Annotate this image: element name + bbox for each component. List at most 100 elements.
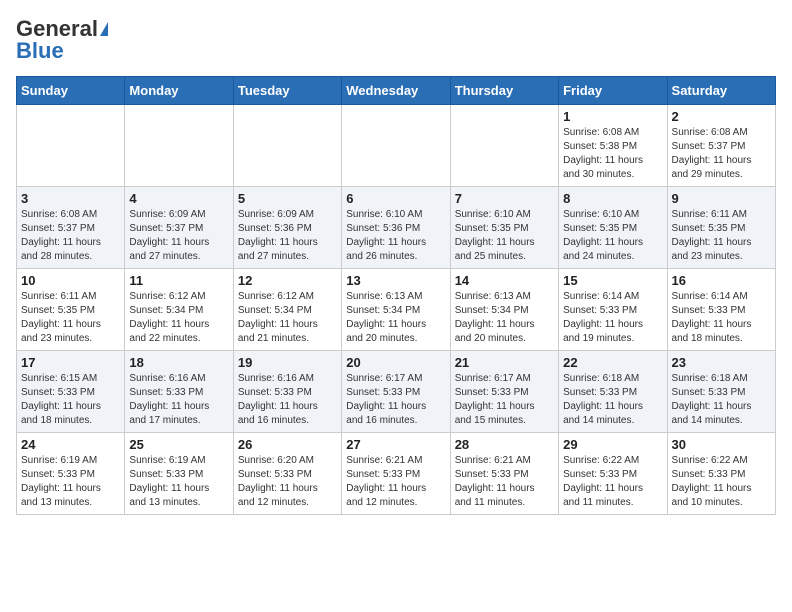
day-cell: 27 Sunrise: 6:21 AM Sunset: 5:33 PM Dayli… <box>342 433 450 515</box>
header-sunday: Sunday <box>17 77 125 105</box>
day-cell: 2 Sunrise: 6:08 AM Sunset: 5:37 PM Daylig… <box>667 105 775 187</box>
day-info: Sunrise: 6:17 AM Sunset: 5:33 PM Dayligh… <box>455 372 554 428</box>
day-cell: 15 Sunrise: 6:14 AM Sunset: 5:33 PM Dayli… <box>559 269 667 351</box>
page-header: General Blue <box>16 16 776 64</box>
day-number: 12 <box>238 273 337 288</box>
day-cell: 14 Sunrise: 6:13 AM Sunset: 5:34 PM Dayli… <box>450 269 558 351</box>
day-number: 4 <box>129 191 228 206</box>
day-info: Sunrise: 6:08 AM Sunset: 5:37 PM Dayligh… <box>21 208 120 264</box>
day-cell: 16Sunrise: 6:14 AM Sunset: 5:33 PM Dayli… <box>667 269 775 351</box>
day-cell: 10 Sunrise: 6:11 AM Sunset: 5:35 PM Dayli… <box>17 269 125 351</box>
day-info: Sunrise: 6:13 AM Sunset: 5:34 PM Dayligh… <box>346 290 445 346</box>
day-info: Sunrise: 6:22 AM Sunset: 5:33 PM Dayligh… <box>563 454 662 510</box>
day-info: Sunrise: 6:08 AM Sunset: 5:38 PM Dayligh… <box>563 126 662 182</box>
day-number: 2 <box>672 109 771 124</box>
day-number: 24 <box>21 437 120 452</box>
day-number: 25 <box>129 437 228 452</box>
day-info: Sunrise: 6:17 AM Sunset: 5:33 PM Dayligh… <box>346 372 445 428</box>
day-cell <box>450 105 558 187</box>
day-cell: 22 Sunrise: 6:18 AM Sunset: 5:33 PM Dayli… <box>559 351 667 433</box>
day-cell: 25 Sunrise: 6:19 AM Sunset: 5:33 PM Dayli… <box>125 433 233 515</box>
day-info: Sunrise: 6:20 AM Sunset: 5:33 PM Dayligh… <box>238 454 337 510</box>
day-cell: 6 Sunrise: 6:10 AM Sunset: 5:36 PM Daylig… <box>342 187 450 269</box>
week-row-4: 17Sunrise: 6:15 AM Sunset: 5:33 PM Dayli… <box>17 351 776 433</box>
day-cell: 28 Sunrise: 6:21 AM Sunset: 5:33 PM Dayli… <box>450 433 558 515</box>
calendar-table: SundayMondayTuesdayWednesdayThursdayFrid… <box>16 76 776 515</box>
header-tuesday: Tuesday <box>233 77 341 105</box>
header-wednesday: Wednesday <box>342 77 450 105</box>
day-info: Sunrise: 6:12 AM Sunset: 5:34 PM Dayligh… <box>238 290 337 346</box>
day-cell: 23Sunrise: 6:18 AM Sunset: 5:33 PM Dayli… <box>667 351 775 433</box>
day-info: Sunrise: 6:16 AM Sunset: 5:33 PM Dayligh… <box>129 372 228 428</box>
day-info: Sunrise: 6:09 AM Sunset: 5:37 PM Dayligh… <box>129 208 228 264</box>
day-number: 5 <box>238 191 337 206</box>
day-number: 15 <box>563 273 662 288</box>
day-number: 16 <box>672 273 771 288</box>
day-info: Sunrise: 6:21 AM Sunset: 5:33 PM Dayligh… <box>346 454 445 510</box>
day-info: Sunrise: 6:11 AM Sunset: 5:35 PM Dayligh… <box>21 290 120 346</box>
day-info: Sunrise: 6:15 AM Sunset: 5:33 PM Dayligh… <box>21 372 120 428</box>
logo-blue: Blue <box>16 38 64 64</box>
day-number: 14 <box>455 273 554 288</box>
day-info: Sunrise: 6:10 AM Sunset: 5:36 PM Dayligh… <box>346 208 445 264</box>
day-number: 7 <box>455 191 554 206</box>
weekday-header-row: SundayMondayTuesdayWednesdayThursdayFrid… <box>17 77 776 105</box>
day-cell: 7 Sunrise: 6:10 AM Sunset: 5:35 PM Daylig… <box>450 187 558 269</box>
day-cell: 1Sunrise: 6:08 AM Sunset: 5:38 PM Daylig… <box>559 105 667 187</box>
header-monday: Monday <box>125 77 233 105</box>
day-info: Sunrise: 6:19 AM Sunset: 5:33 PM Dayligh… <box>129 454 228 510</box>
day-info: Sunrise: 6:08 AM Sunset: 5:37 PM Dayligh… <box>672 126 771 182</box>
day-info: Sunrise: 6:22 AM Sunset: 5:33 PM Dayligh… <box>672 454 771 510</box>
day-number: 27 <box>346 437 445 452</box>
day-cell: 3 Sunrise: 6:08 AM Sunset: 5:37 PM Daylig… <box>17 187 125 269</box>
day-number: 26 <box>238 437 337 452</box>
day-number: 22 <box>563 355 662 370</box>
day-number: 30 <box>672 437 771 452</box>
day-cell <box>17 105 125 187</box>
day-cell <box>125 105 233 187</box>
day-number: 11 <box>129 273 228 288</box>
day-cell: 8 Sunrise: 6:10 AM Sunset: 5:35 PM Daylig… <box>559 187 667 269</box>
day-cell: 4 Sunrise: 6:09 AM Sunset: 5:37 PM Daylig… <box>125 187 233 269</box>
day-cell: 20 Sunrise: 6:17 AM Sunset: 5:33 PM Dayli… <box>342 351 450 433</box>
day-info: Sunrise: 6:09 AM Sunset: 5:36 PM Dayligh… <box>238 208 337 264</box>
day-number: 28 <box>455 437 554 452</box>
day-cell: 29Sunrise: 6:22 AM Sunset: 5:33 PM Dayli… <box>559 433 667 515</box>
week-row-3: 10 Sunrise: 6:11 AM Sunset: 5:35 PM Dayli… <box>17 269 776 351</box>
day-number: 18 <box>129 355 228 370</box>
day-cell: 26 Sunrise: 6:20 AM Sunset: 5:33 PM Dayli… <box>233 433 341 515</box>
day-number: 13 <box>346 273 445 288</box>
day-number: 8 <box>563 191 662 206</box>
header-friday: Friday <box>559 77 667 105</box>
day-number: 6 <box>346 191 445 206</box>
day-number: 9 <box>672 191 771 206</box>
day-info: Sunrise: 6:18 AM Sunset: 5:33 PM Dayligh… <box>563 372 662 428</box>
day-number: 21 <box>455 355 554 370</box>
day-info: Sunrise: 6:16 AM Sunset: 5:33 PM Dayligh… <box>238 372 337 428</box>
day-info: Sunrise: 6:10 AM Sunset: 5:35 PM Dayligh… <box>455 208 554 264</box>
day-cell: 21 Sunrise: 6:17 AM Sunset: 5:33 PM Dayli… <box>450 351 558 433</box>
day-cell <box>342 105 450 187</box>
day-info: Sunrise: 6:13 AM Sunset: 5:34 PM Dayligh… <box>455 290 554 346</box>
header-thursday: Thursday <box>450 77 558 105</box>
day-number: 10 <box>21 273 120 288</box>
day-info: Sunrise: 6:10 AM Sunset: 5:35 PM Dayligh… <box>563 208 662 264</box>
day-info: Sunrise: 6:21 AM Sunset: 5:33 PM Dayligh… <box>455 454 554 510</box>
week-row-2: 3 Sunrise: 6:08 AM Sunset: 5:37 PM Daylig… <box>17 187 776 269</box>
day-cell: 30 Sunrise: 6:22 AM Sunset: 5:33 PM Dayli… <box>667 433 775 515</box>
logo: General Blue <box>16 16 108 64</box>
header-saturday: Saturday <box>667 77 775 105</box>
day-cell: 17Sunrise: 6:15 AM Sunset: 5:33 PM Dayli… <box>17 351 125 433</box>
day-cell: 9Sunrise: 6:11 AM Sunset: 5:35 PM Daylig… <box>667 187 775 269</box>
day-info: Sunrise: 6:19 AM Sunset: 5:33 PM Dayligh… <box>21 454 120 510</box>
day-cell: 19Sunrise: 6:16 AM Sunset: 5:33 PM Dayli… <box>233 351 341 433</box>
day-number: 20 <box>346 355 445 370</box>
day-cell <box>233 105 341 187</box>
day-info: Sunrise: 6:14 AM Sunset: 5:33 PM Dayligh… <box>563 290 662 346</box>
week-row-1: 1Sunrise: 6:08 AM Sunset: 5:38 PM Daylig… <box>17 105 776 187</box>
logo-triangle-icon <box>100 22 108 36</box>
day-cell: 5 Sunrise: 6:09 AM Sunset: 5:36 PM Daylig… <box>233 187 341 269</box>
day-info: Sunrise: 6:12 AM Sunset: 5:34 PM Dayligh… <box>129 290 228 346</box>
day-cell: 24 Sunrise: 6:19 AM Sunset: 5:33 PM Dayli… <box>17 433 125 515</box>
day-number: 3 <box>21 191 120 206</box>
